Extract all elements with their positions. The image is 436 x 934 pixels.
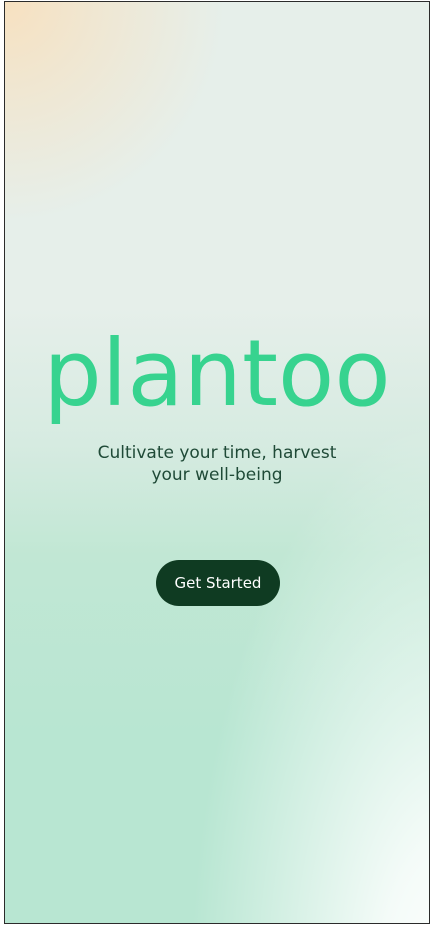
get-started-button[interactable]: Get Started	[156, 560, 280, 606]
tagline: Cultivate your time, harvest your well-b…	[75, 442, 359, 486]
app-logo: plantoo	[43, 320, 391, 427]
welcome-content: plantoo Cultivate your time, harvest you…	[5, 2, 429, 923]
onboarding-screen: plantoo Cultivate your time, harvest you…	[4, 1, 430, 924]
tagline-line-1: Cultivate your time, harvest	[97, 443, 337, 463]
tagline-line-2: your well-being	[151, 465, 283, 485]
